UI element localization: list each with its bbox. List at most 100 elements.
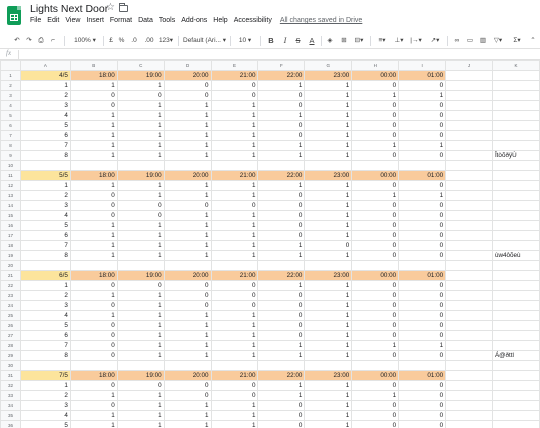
cell[interactable]: 0	[351, 320, 400, 331]
cell[interactable]: 1	[257, 180, 306, 191]
cell[interactable]: 20:00	[163, 70, 212, 81]
vertical-align-icon[interactable]: ⊥▾	[392, 34, 406, 47]
cell[interactable]: 0	[69, 190, 118, 201]
cell[interactable]: 0	[398, 240, 447, 251]
cell[interactable]	[491, 380, 540, 391]
cell[interactable]: 8	[19, 250, 71, 261]
row-number[interactable]: 14	[0, 200, 21, 211]
cell[interactable]: 1	[304, 390, 353, 401]
cell[interactable]: 1	[69, 140, 118, 151]
cell[interactable]: 1	[210, 190, 259, 201]
cell[interactable]: 0	[163, 280, 212, 291]
functions-icon[interactable]: Σ▾	[510, 34, 524, 47]
cell[interactable]: 0	[163, 90, 212, 101]
cell[interactable]	[398, 360, 447, 371]
cell[interactable]: 0	[69, 330, 118, 341]
cell[interactable]: ÎtòõðÿÙ	[491, 150, 540, 161]
paint-format-icon[interactable]: ⌐	[48, 34, 58, 47]
cell[interactable]	[304, 260, 353, 271]
cell[interactable]: 1	[69, 410, 118, 421]
cell[interactable]: 18:00	[69, 70, 118, 81]
cell[interactable]: 01:00	[398, 170, 447, 181]
cell[interactable]: 1	[304, 340, 353, 351]
cell[interactable]: 1	[304, 300, 353, 311]
cell[interactable]: 6/5	[19, 270, 71, 281]
row-number[interactable]: 18	[0, 240, 21, 251]
undo-icon[interactable]: ↶	[12, 34, 22, 47]
cell[interactable]	[491, 90, 540, 101]
cell[interactable]	[445, 210, 493, 221]
cell[interactable]: 1	[116, 350, 165, 361]
insert-chart-icon[interactable]: ▥	[478, 34, 488, 47]
cell[interactable]: 1	[210, 130, 259, 141]
cell[interactable]: 0	[351, 300, 400, 311]
cell[interactable]: 0	[257, 230, 306, 241]
cell[interactable]: 0	[398, 250, 447, 261]
cell[interactable]: 1	[116, 300, 165, 311]
cell[interactable]: 0	[210, 300, 259, 311]
cell[interactable]	[445, 240, 493, 251]
cell[interactable]: 3	[19, 200, 71, 211]
cell[interactable]: 1	[163, 230, 212, 241]
cell[interactable]: 0	[69, 320, 118, 331]
column-header-g[interactable]: G	[304, 60, 353, 71]
cell[interactable]: 1	[210, 310, 259, 321]
cell[interactable]: 1	[304, 180, 353, 191]
cell[interactable]: 2	[19, 390, 71, 401]
cell[interactable]: 0	[351, 200, 400, 211]
menu-view[interactable]: View	[65, 17, 80, 29]
cell[interactable]: 1	[116, 220, 165, 231]
cell[interactable]: 0	[257, 290, 306, 301]
cell[interactable]	[445, 180, 493, 191]
cell[interactable]	[69, 260, 118, 271]
cell[interactable]: 1	[210, 110, 259, 121]
cell[interactable]: 3	[19, 400, 71, 411]
cell[interactable]	[445, 290, 493, 301]
cell[interactable]	[163, 260, 212, 271]
cell[interactable]: 5	[19, 420, 71, 428]
cell[interactable]: 1	[351, 190, 400, 201]
merge-cells-icon[interactable]: ⊟▾	[352, 34, 366, 47]
cell[interactable]: 1	[351, 340, 400, 351]
cell[interactable]	[116, 260, 165, 271]
cell[interactable]: 20:00	[163, 170, 212, 181]
increase-decimal-button[interactable]: .00	[142, 34, 156, 47]
cell[interactable]: 4	[19, 410, 71, 421]
row-number[interactable]: 12	[0, 180, 21, 191]
cell[interactable]: 1	[116, 130, 165, 141]
cell[interactable]: 1	[163, 400, 212, 411]
cell[interactable]	[491, 80, 540, 91]
more-formats-button[interactable]: 123▾	[157, 34, 175, 47]
cell[interactable]: 5	[19, 320, 71, 331]
cell[interactable]: 0	[351, 410, 400, 421]
menu-format[interactable]: Format	[110, 17, 132, 29]
insert-link-icon[interactable]: ∞	[452, 34, 462, 47]
menu-addons[interactable]: Add-ons	[181, 17, 207, 29]
column-header-i[interactable]: I	[398, 60, 447, 71]
cell[interactable]	[351, 260, 400, 271]
print-icon[interactable]: ⎙	[36, 34, 46, 47]
cell[interactable]: 1	[116, 340, 165, 351]
cell[interactable]: 1	[69, 80, 118, 91]
cell[interactable]: 1	[304, 210, 353, 221]
row-number[interactable]: 3	[0, 90, 21, 101]
cell[interactable]: 0	[351, 210, 400, 221]
cell[interactable]	[491, 400, 540, 411]
cell[interactable]: 0	[163, 390, 212, 401]
cell[interactable]: 0	[163, 200, 212, 211]
document-title[interactable]: Lights Next Door	[30, 3, 108, 15]
cell[interactable]: 0	[398, 230, 447, 241]
cell[interactable]: 1	[69, 220, 118, 231]
cell[interactable]	[445, 310, 493, 321]
row-number[interactable]: 10	[0, 160, 21, 171]
cell[interactable]: 0	[69, 400, 118, 411]
cell[interactable]: 1	[304, 410, 353, 421]
cell[interactable]: 0	[210, 200, 259, 211]
cell[interactable]: 1	[163, 190, 212, 201]
cell[interactable]: 0	[398, 120, 447, 131]
cell[interactable]: 1	[257, 140, 306, 151]
cell[interactable]: 0	[210, 390, 259, 401]
cell[interactable]	[304, 160, 353, 171]
zoom-select[interactable]: 100% ▾	[70, 34, 100, 47]
cell[interactable]: 1	[69, 390, 118, 401]
